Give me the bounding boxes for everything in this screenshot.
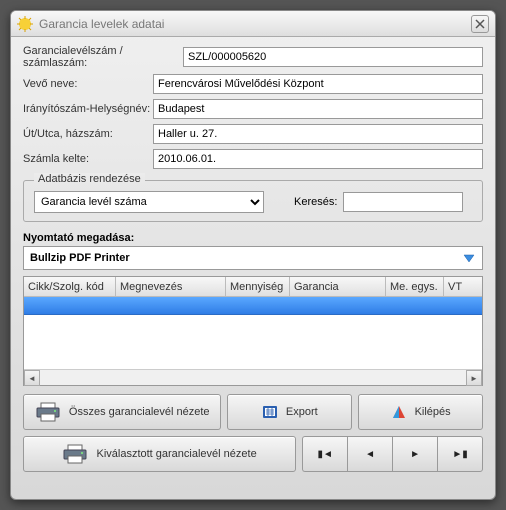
content: Garancialevélszám / számlaszám: Vevő nev…: [11, 37, 495, 499]
label-customer-name: Vevő neve:: [23, 78, 153, 90]
button-export[interactable]: Export: [227, 394, 352, 430]
export-icon: [262, 404, 278, 420]
nav-next-button[interactable]: ►: [392, 436, 437, 472]
col-warranty[interactable]: Garancia: [290, 277, 386, 296]
button-selected-warranty-view[interactable]: Kiválasztott garancialevél nézete: [23, 436, 296, 472]
chevron-down-icon: [462, 251, 476, 265]
label-zip-city: Irányítószám-Helységnév:: [23, 103, 153, 115]
col-vt[interactable]: VT: [444, 277, 464, 296]
label-invoice-date: Számla kelte:: [23, 153, 153, 165]
scroll-left-button[interactable]: ◄: [24, 370, 40, 386]
input-search[interactable]: [343, 192, 463, 212]
col-unit[interactable]: Me. egys.: [386, 277, 444, 296]
window: Garancia levelek adatai Garancialevélszá…: [10, 10, 496, 500]
grid-header: Cikk/Szolg. kód Megnevezés Mennyiség Gar…: [24, 277, 482, 297]
printer-selector[interactable]: Bullzip PDF Printer: [23, 246, 483, 270]
input-customer-name[interactable]: [153, 74, 483, 94]
button-selected-warranty-label: Kiválasztott garancialevél nézete: [96, 448, 256, 460]
printer-icon: [62, 444, 88, 464]
label-street: Út/Utca, házszám:: [23, 128, 153, 140]
button-all-warranty-label: Összes garancialevél nézete: [69, 406, 210, 418]
fieldset-db-order: Adatbázis rendezése Garancia levél száma…: [23, 180, 483, 222]
col-quantity[interactable]: Mennyiség: [226, 277, 290, 296]
grid-row-selected[interactable]: [24, 297, 482, 315]
input-invoice-number[interactable]: [183, 47, 483, 67]
input-invoice-date[interactable]: [153, 149, 483, 169]
button-export-label: Export: [286, 406, 318, 418]
scroll-track[interactable]: [40, 370, 466, 385]
nav-last-button[interactable]: ►▮: [437, 436, 483, 472]
label-printer-section: Nyomtató megadása:: [23, 232, 483, 244]
col-item-code[interactable]: Cikk/Szolg. kód: [24, 277, 116, 296]
grid-body[interactable]: [24, 297, 482, 369]
titlebar[interactable]: Garancia levelek adatai: [11, 11, 495, 37]
fieldset-legend: Adatbázis rendezése: [34, 173, 145, 185]
scroll-right-button[interactable]: ►: [466, 370, 482, 386]
button-exit[interactable]: Kilépés: [358, 394, 483, 430]
label-invoice-number: Garancialevélszám / számlaszám:: [23, 45, 183, 69]
select-db-order[interactable]: Garancia levél száma: [34, 191, 264, 213]
app-icon: [17, 16, 33, 32]
input-zip-city[interactable]: [153, 99, 483, 119]
data-grid: Cikk/Szolg. kód Megnevezés Mennyiség Gar…: [23, 276, 483, 386]
label-search: Keresés:: [294, 196, 337, 208]
nav-group: ▮◄ ◄ ► ►▮: [302, 436, 483, 472]
button-all-warranty-view[interactable]: Összes garancialevél nézete: [23, 394, 221, 430]
window-title: Garancia levelek adatai: [39, 17, 471, 31]
col-description[interactable]: Megnevezés: [116, 277, 226, 296]
nav-prev-button[interactable]: ◄: [347, 436, 392, 472]
input-street[interactable]: [153, 124, 483, 144]
printer-name: Bullzip PDF Printer: [30, 252, 130, 264]
printer-icon: [35, 402, 61, 422]
button-exit-label: Kilépés: [415, 406, 451, 418]
close-icon: [475, 19, 485, 29]
exit-icon: [391, 404, 407, 420]
close-button[interactable]: [471, 15, 489, 33]
grid-scrollbar[interactable]: ◄ ►: [24, 369, 482, 385]
nav-first-button[interactable]: ▮◄: [302, 436, 347, 472]
